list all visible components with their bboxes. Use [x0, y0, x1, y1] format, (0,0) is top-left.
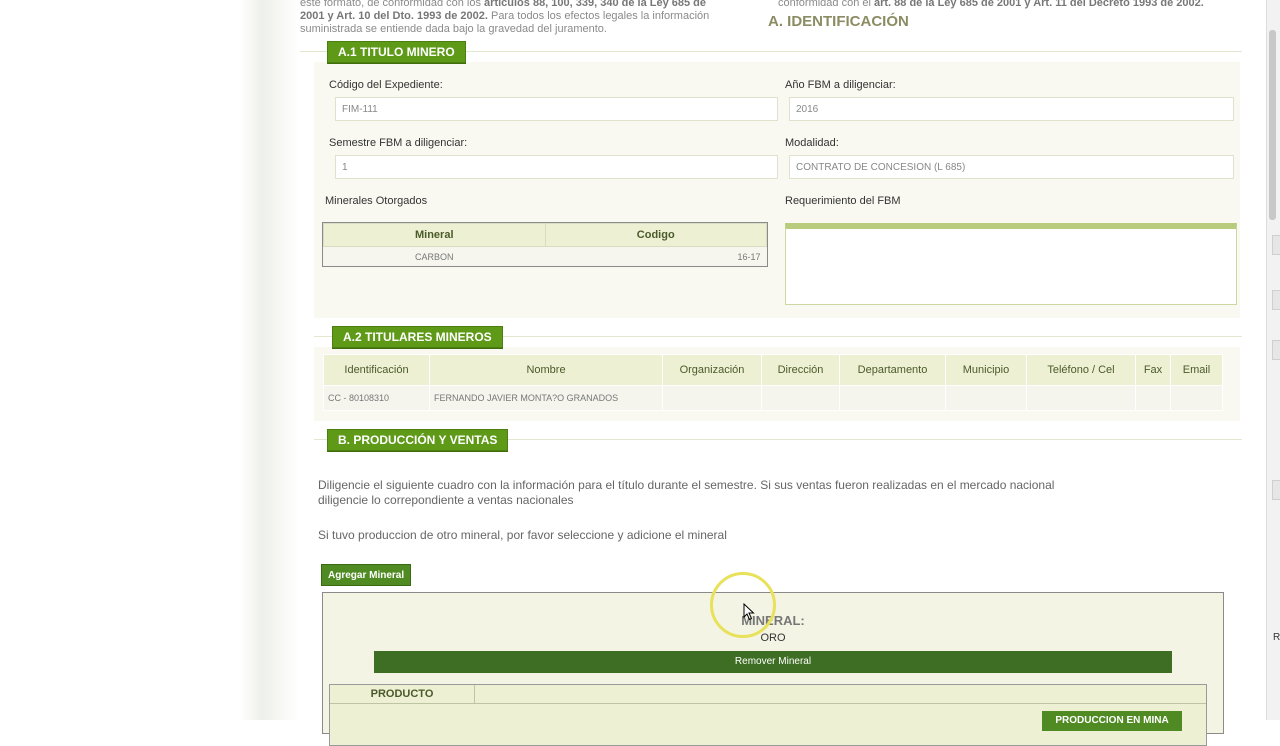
requerimiento-fbm-textarea[interactable] [785, 223, 1237, 305]
col-header-nombre: Nombre [429, 354, 663, 386]
form-content: este formato, de conformidad con los art… [0, 0, 1280, 746]
intro-text-right: conformidad con el art. 88 de la Ley 685… [778, 0, 1204, 9]
side-stub-3 [1272, 340, 1280, 360]
agregar-mineral-button[interactable]: Agregar Mineral [321, 564, 412, 586]
semestre-fbm-field[interactable]: 1 [335, 155, 778, 179]
side-panel-letter: R [1273, 632, 1280, 643]
municipio-cell [945, 385, 1027, 411]
fax-cell [1135, 385, 1171, 411]
ano-fbm-label: Año FBM a diligenciar: [785, 79, 896, 91]
modalidad-field[interactable]: CONTRATO DE CONCESION (L 685) [789, 155, 1234, 179]
section-title-identificacion: A. IDENTIFICACIÓN [768, 13, 909, 30]
col-header-organizacion: Organización [662, 354, 762, 386]
col-header-mineral: Mineral [323, 223, 546, 247]
remover-mineral-button[interactable]: Remover Mineral [374, 651, 1172, 673]
ano-fbm-field[interactable]: 2016 [789, 97, 1234, 121]
side-stub-4 [1272, 480, 1280, 500]
mouse-pointer-icon [743, 603, 755, 621]
instrucciones-otro-mineral: Si tuvo produccion de otro mineral, por … [318, 528, 727, 542]
codigo-cell: 16-17 [737, 252, 761, 262]
side-stub-1 [1272, 235, 1280, 255]
minerales-otorgados-label: Minerales Otorgados [325, 195, 428, 207]
organizacion-cell [662, 385, 762, 411]
modalidad-label: Modalidad: [785, 137, 839, 149]
requerimiento-fbm-label: Requerimiento del FBM [785, 195, 901, 207]
instrucciones-produccion: Diligencie el siguiente cuadro con la in… [318, 478, 1055, 507]
col-header-producto: PRODUCTO [330, 685, 475, 703]
col-header-direccion: Dirección [761, 354, 840, 386]
table-row: CC - 80108310 FERNANDO JAVIER MONTA?O GR… [323, 385, 1223, 411]
semestre-fbm-label: Semestre FBM a diligenciar: [329, 137, 468, 149]
tab-titulares-mineros: A.2 TITULARES MINEROS [332, 326, 503, 348]
col-header-departamento: Departamento [839, 354, 946, 386]
scrollbar-thumb[interactable] [1269, 30, 1276, 220]
table-row: CARBON 16-17 [324, 247, 767, 268]
nombre-cell: FERNANDO JAVIER MONTA?O GRANADOS [429, 385, 663, 411]
tab-produccion-ventas: B. PRODUCCIÓN Y VENTAS [327, 429, 509, 451]
mineral-value: ORO [760, 632, 786, 644]
telefono-cell [1026, 385, 1136, 411]
col-header-identificacion: Identificación [323, 354, 430, 386]
codigo-expediente-label: Código del Expediente: [329, 79, 443, 91]
producto-table: PRODUCTO PRODUCCION EN MINA [329, 684, 1207, 746]
email-cell [1170, 385, 1223, 411]
produccion-en-mina-button[interactable]: PRODUCCION EN MINA [1042, 711, 1182, 731]
side-stub-2 [1272, 290, 1280, 310]
titulares-table: Identificación Nombre Organización Direc… [323, 354, 1223, 411]
col-header-codigo: Codigo [544, 223, 767, 247]
departamento-cell [839, 385, 946, 411]
producto-table-divider [330, 703, 1206, 704]
tab-titulo-minero: A.1 TITULO MINERO [327, 41, 466, 63]
codigo-expediente-field[interactable]: FIM-111 [335, 97, 778, 121]
minerales-otorgados-table: Mineral Codigo CARBON 16-17 [322, 222, 768, 267]
intro-text-left: este formato, de conformidad con los art… [300, 0, 710, 35]
col-header-fax: Fax [1135, 354, 1171, 386]
direccion-cell [761, 385, 840, 411]
col-header-municipio: Municipio [945, 354, 1027, 386]
mineral-cell: CARBON [414, 252, 454, 262]
col-header-email: Email [1170, 354, 1223, 386]
identificacion-cell: CC - 80108310 [323, 385, 430, 411]
col-header-telefono: Teléfono / Cel [1026, 354, 1136, 386]
